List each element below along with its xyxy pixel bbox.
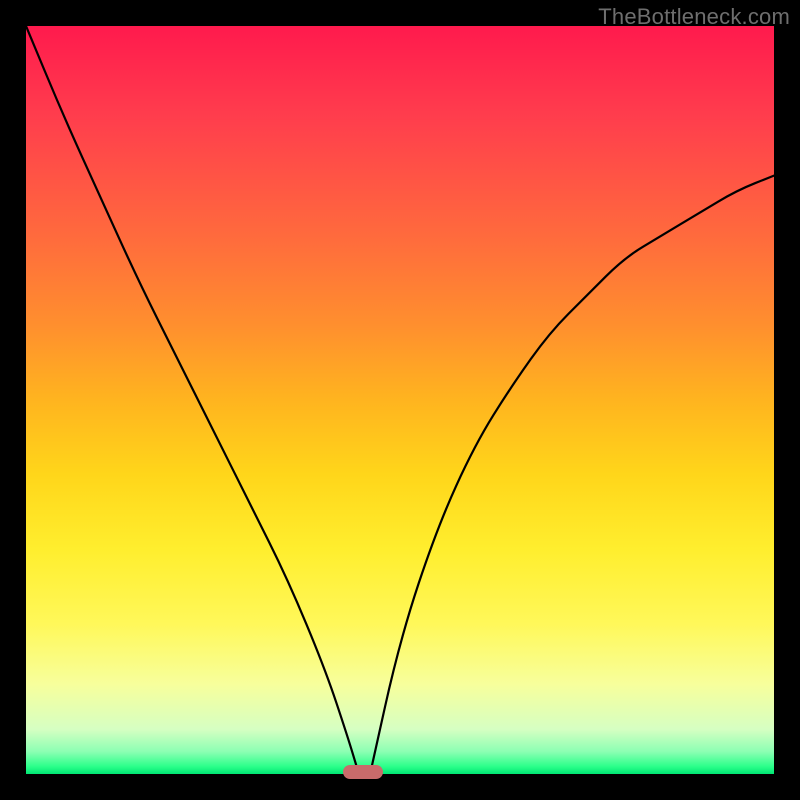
chart-frame: TheBottleneck.com [0,0,800,800]
curve-left [26,26,359,774]
minimum-marker [343,765,383,779]
curve-right [370,176,774,774]
plot-area [26,26,774,774]
bottleneck-curve [26,26,774,774]
